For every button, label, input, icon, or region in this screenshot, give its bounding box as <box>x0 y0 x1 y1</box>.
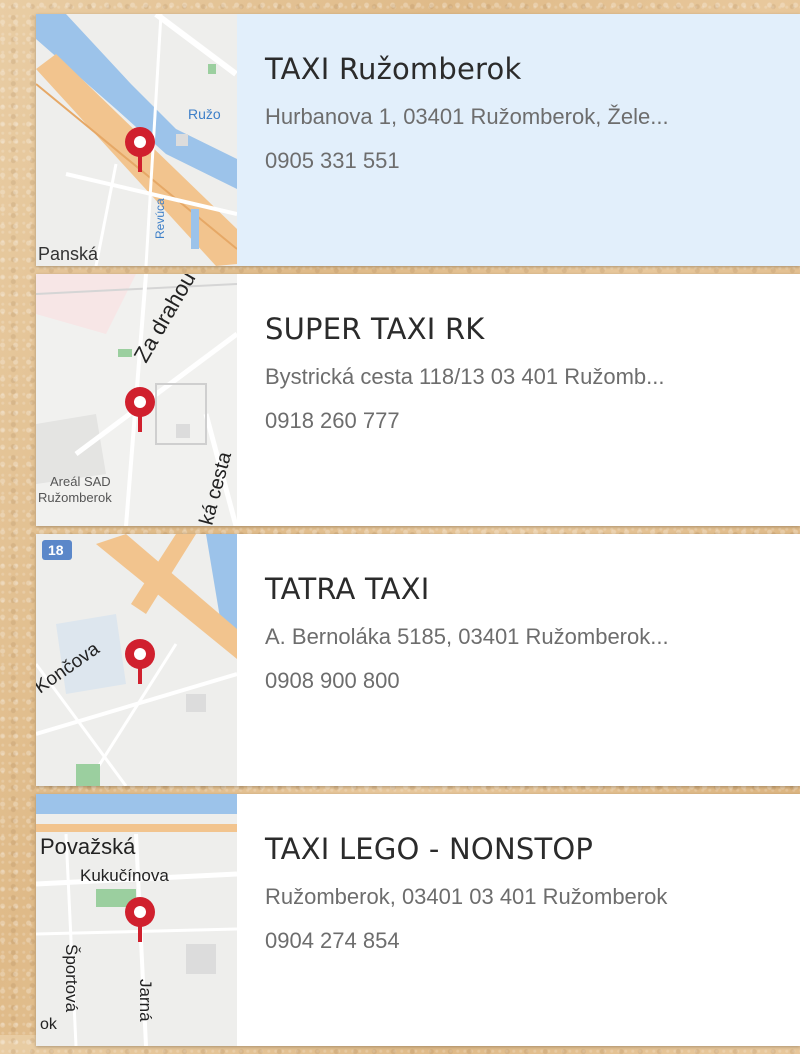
map-thumbnail[interactable]: Za drahou Areál SAD Ružomberok ká cesta <box>36 274 237 526</box>
listing-address: Bystrická cesta 118/13 03 401 Ružomb... <box>265 364 665 389</box>
list-item[interactable]: Považská Kukučínova Športová Jarná ok TA… <box>36 794 800 1046</box>
taxi-results-list: Ružo Panská Revúca TAXI Ružomberok Hurba… <box>36 14 800 1054</box>
map-label: ok <box>40 1016 58 1033</box>
map-label: Jarná <box>136 979 155 1022</box>
route-number: 18 <box>48 542 64 558</box>
list-item[interactable]: Ružo Panská Revúca TAXI Ružomberok Hurba… <box>36 14 800 266</box>
map-thumbnail[interactable]: Považská Kukučínova Športová Jarná ok <box>36 794 237 1046</box>
list-item[interactable]: Za drahou Areál SAD Ružomberok ká cesta … <box>36 274 800 526</box>
listing-address: Hurbanova 1, 03401 Ružomberok, Žele... <box>265 104 669 129</box>
listing-name[interactable]: TAXI LEGO - NONSTOP <box>265 832 667 866</box>
listing-phone[interactable]: 0908 900 800 <box>265 668 669 694</box>
map-label: Športová <box>62 944 81 1013</box>
map-label: Revúca <box>153 198 167 239</box>
listing-address: A. Bernoláka 5185, 03401 Ružomberok... <box>265 624 669 649</box>
map-label: Ružo <box>188 106 221 122</box>
listing-address: Ružomberok, 03401 03 401 Ružomberok <box>265 884 668 909</box>
map-label: Ružomberok <box>38 490 112 505</box>
listing-phone[interactable]: 0905 331 551 <box>265 148 669 174</box>
map-thumbnail[interactable]: Ružo Panská Revúca <box>36 14 237 266</box>
map-label: Kukučínova <box>80 866 169 885</box>
map-label: Považská <box>40 834 136 859</box>
map-label: Areál SAD <box>50 474 111 489</box>
map-thumbnail[interactable]: 18 Končova <box>36 534 237 786</box>
listing-phone[interactable]: 0918 260 777 <box>265 408 664 434</box>
listing-name[interactable]: SUPER TAXI RK <box>265 312 664 346</box>
listing-phone[interactable]: 0904 274 854 <box>265 928 667 954</box>
list-item[interactable]: 18 Končova TATRA TAXI A. Bernoláka 5185,… <box>36 534 800 786</box>
listing-name[interactable]: TAXI Ružomberok <box>265 52 669 86</box>
listing-name[interactable]: TATRA TAXI <box>265 572 669 606</box>
map-label: Panská <box>38 244 99 264</box>
